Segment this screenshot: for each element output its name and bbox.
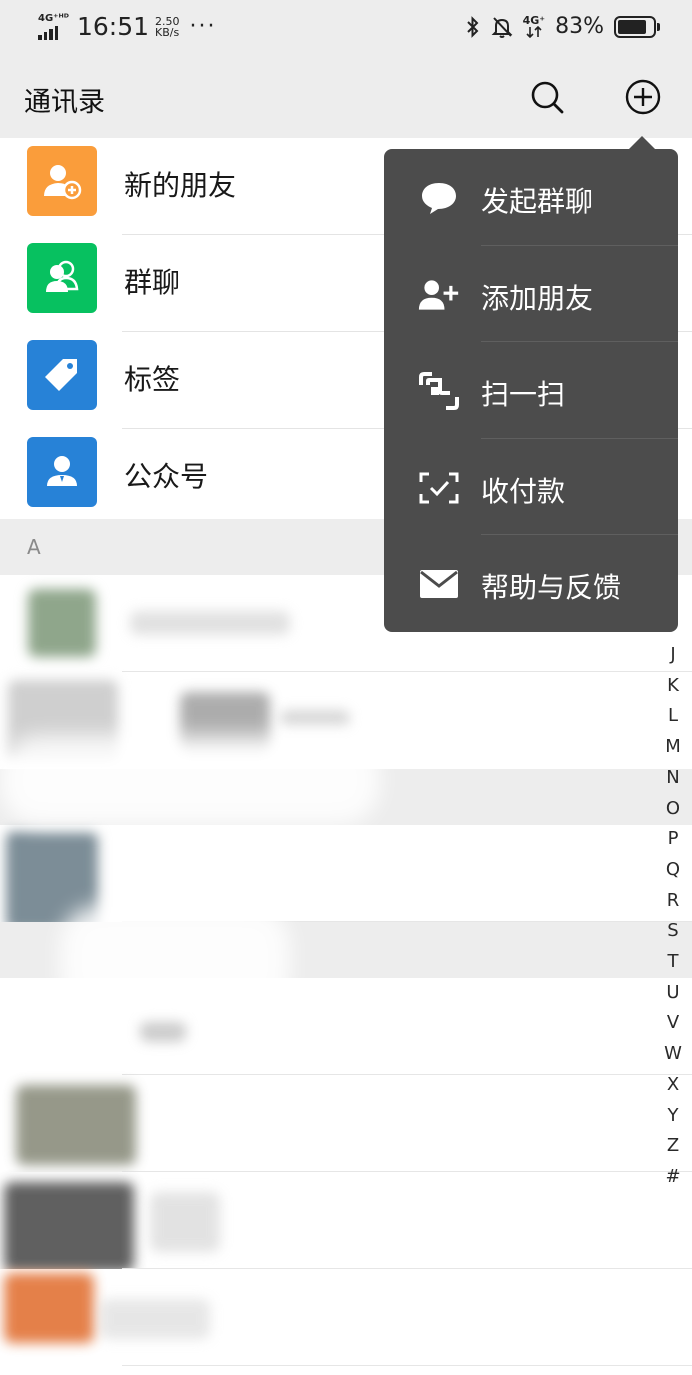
popup-arrow	[628, 136, 656, 150]
tag-icon	[27, 340, 97, 410]
redaction-smudge	[0, 735, 380, 825]
contact-name	[140, 1020, 186, 1042]
contact-name	[150, 1192, 220, 1252]
menu-start-group-chat[interactable]: 发起群聊	[384, 149, 678, 246]
menu-label: 发起群聊	[481, 185, 594, 218]
battery-percent: 83%	[555, 14, 604, 39]
index-letter[interactable]: J	[670, 640, 675, 671]
func-label: 标签	[124, 363, 181, 396]
cellular-signal-icon: 4G⁺ᴴᴰ	[38, 12, 69, 40]
contact-row[interactable]	[0, 1172, 692, 1272]
menu-help-feedback[interactable]: 帮助与反馈	[384, 535, 678, 632]
status-time: 16:51	[76, 12, 149, 41]
index-letter[interactable]: X	[667, 1070, 679, 1101]
mobile-data-icon: 4G⁺	[522, 14, 546, 38]
avatar	[28, 589, 96, 657]
popup-menu: 发起群聊 添加朋友 扫一扫 收付款 帮助与反馈	[384, 149, 678, 632]
menu-label: 扫一扫	[481, 378, 566, 412]
index-letter[interactable]: Q	[666, 855, 680, 886]
add-friend-icon	[27, 146, 97, 216]
index-letter[interactable]: T	[668, 947, 679, 978]
bluetooth-icon	[466, 15, 479, 38]
official-account-icon	[27, 437, 97, 507]
speed-value: 2.50	[155, 14, 180, 28]
mail-icon	[418, 563, 460, 605]
network-speed: 2.50 KB/s	[155, 16, 180, 38]
index-letter[interactable]: W	[664, 1039, 682, 1070]
section-letter: A	[27, 535, 41, 559]
contact-list	[0, 575, 692, 1375]
index-letter[interactable]: M	[665, 732, 681, 763]
contact-note	[280, 710, 350, 726]
func-label: 群聊	[124, 266, 181, 299]
group-icon	[27, 243, 97, 313]
page-title: 通讯录	[24, 87, 105, 118]
mute-bell-icon	[491, 16, 513, 38]
divider	[122, 1365, 692, 1366]
status-bar: 4G⁺ᴴᴰ 16:51 2.50 KB/s ··· 4G⁺ 83%	[0, 0, 692, 56]
index-letter[interactable]: O	[666, 794, 680, 825]
add-user-icon	[418, 274, 460, 316]
network-type-right: 4G⁺	[522, 14, 546, 27]
contact-name	[100, 1299, 210, 1339]
menu-label: 帮助与反馈	[481, 571, 622, 605]
index-letter[interactable]: #	[665, 1162, 680, 1193]
chat-bubble-icon	[418, 177, 460, 219]
func-label: 公众号	[124, 460, 209, 493]
plus-circle-icon[interactable]	[624, 78, 662, 116]
index-letter[interactable]: V	[667, 1008, 679, 1039]
menu-label: 添加朋友	[481, 281, 594, 315]
more-notifications-icon: ···	[189, 13, 217, 39]
index-letter[interactable]: P	[668, 824, 679, 855]
avatar	[16, 1085, 136, 1165]
index-letter[interactable]: Y	[668, 1101, 679, 1132]
menu-scan[interactable]: 扫一扫	[384, 342, 678, 439]
search-icon[interactable]	[528, 78, 566, 116]
index-letter[interactable]: U	[666, 978, 679, 1009]
battery-icon	[614, 15, 660, 38]
alphabet-index[interactable]: J K L M N O P Q R S T U V W X Y Z #	[658, 640, 688, 1193]
speed-unit: KB/s	[155, 25, 180, 39]
nav-header: 通讯录	[0, 56, 692, 138]
func-label: 新的朋友	[124, 169, 237, 202]
avatar	[4, 1273, 94, 1343]
avatar	[4, 1182, 134, 1272]
contact-row[interactable]	[0, 1075, 692, 1172]
index-letter[interactable]: S	[667, 916, 678, 947]
contact-name	[130, 611, 290, 635]
index-letter[interactable]: Z	[667, 1131, 679, 1162]
payment-scan-icon	[418, 467, 460, 509]
scan-icon	[418, 370, 460, 412]
menu-add-friend[interactable]: 添加朋友	[384, 246, 678, 343]
menu-payment[interactable]: 收付款	[384, 439, 678, 536]
contact-row[interactable]	[0, 1269, 692, 1366]
index-letter[interactable]: L	[668, 701, 678, 732]
network-type: 4G⁺ᴴᴰ	[38, 12, 69, 24]
index-letter[interactable]: K	[667, 671, 679, 702]
index-letter[interactable]: N	[666, 763, 679, 794]
redaction-smudge	[60, 905, 290, 1015]
index-letter[interactable]: R	[667, 886, 680, 917]
menu-label: 收付款	[481, 474, 566, 508]
battery-fill	[618, 19, 647, 34]
